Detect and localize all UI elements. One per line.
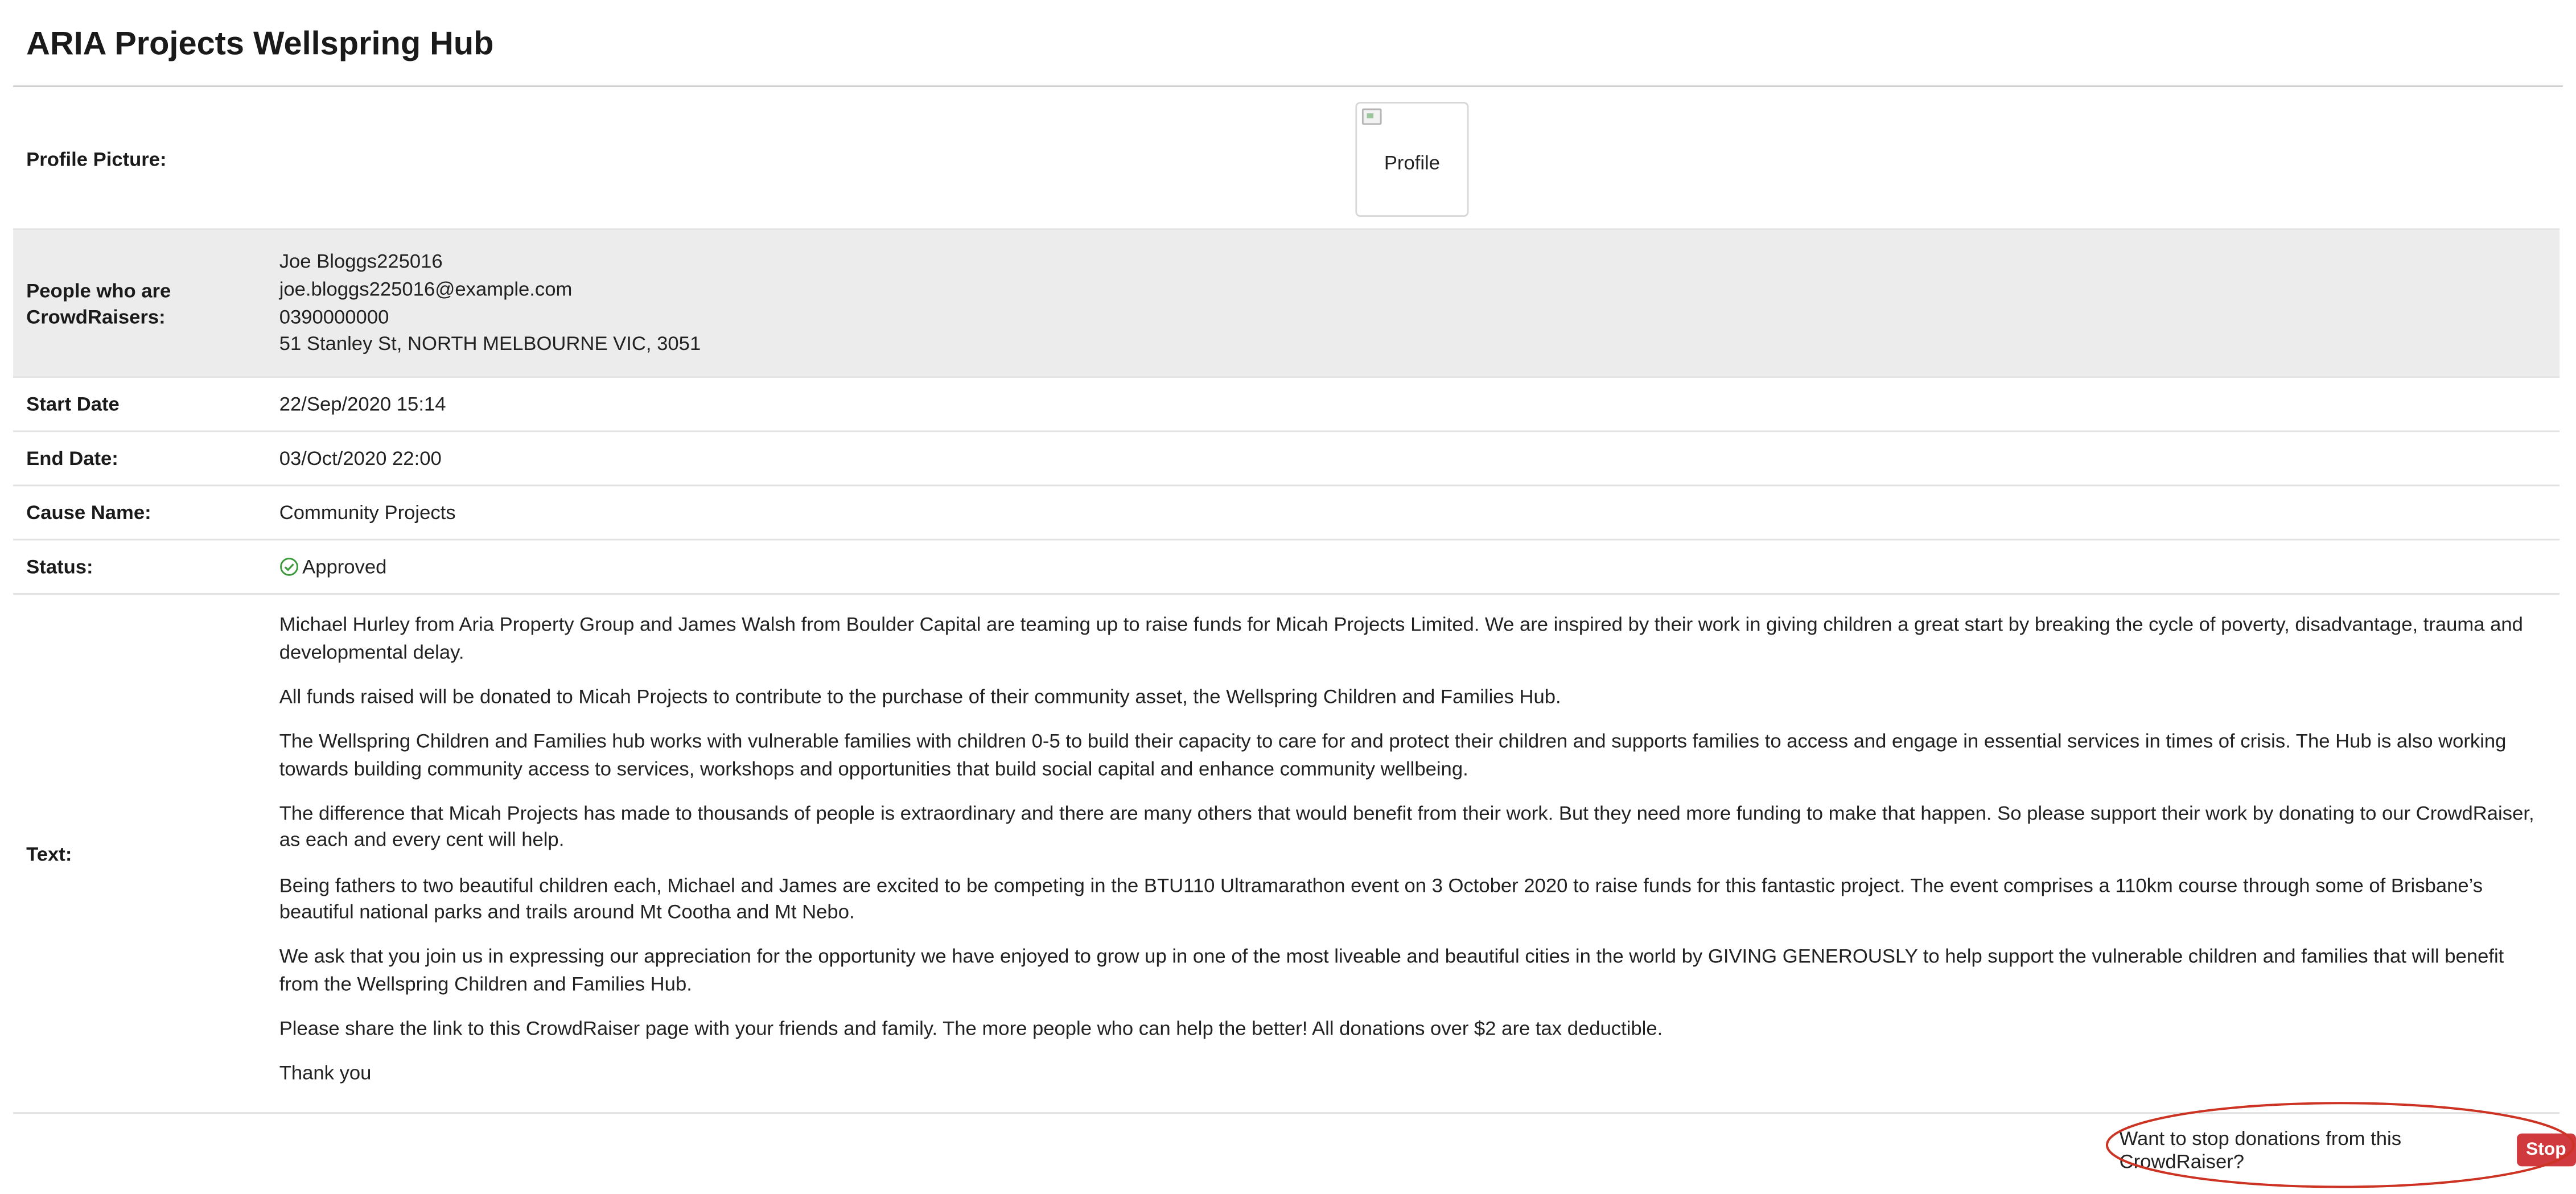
status-label: Status: (26, 555, 93, 579)
page: ARIA Projects Wellspring Hub Profile Pic… (0, 0, 2576, 1194)
details-table: Profile Picture: Profile People who are … (13, 89, 2560, 1114)
text-paragraph: The Wellspring Children and Families hub… (279, 729, 2507, 780)
stop-button[interactable]: Stop (2516, 1133, 2576, 1167)
broken-image-icon (1361, 108, 1382, 125)
text-paragraph: Thank you (279, 1061, 372, 1085)
row-cause-name: Cause Name: Community Projects (13, 486, 2560, 541)
status-text: Approved (302, 554, 387, 578)
text-paragraph: Michael Hurley from Aria Property Group … (279, 612, 2523, 663)
text-label: Text: (26, 842, 72, 866)
cause-name-value: Community Projects (279, 500, 456, 524)
text-paragraph: Being fathers to two beautiful children … (279, 873, 2483, 924)
text-paragraph: Please share the link to this CrowdRaise… (279, 1017, 1663, 1040)
stop-donations-area: Want to stop donations from this CrowdRa… (2120, 1127, 2576, 1173)
title-divider (13, 85, 2563, 87)
profile-image-alt: Profile (1384, 151, 1441, 174)
end-date-label: End Date: (26, 447, 118, 470)
profile-picture-label: Profile Picture: (26, 147, 167, 170)
text-paragraph: The difference that Micah Projects has m… (279, 801, 2534, 852)
text-paragraph: All funds raised will be donated to Mica… (279, 685, 1561, 708)
cause-name-label: Cause Name: (26, 501, 151, 524)
campaign-text: Michael Hurley from Aria Property Group … (279, 595, 2546, 1105)
crowdraiser-email: joe.bloggs225016@example.com (279, 277, 573, 300)
status-value: Approved (279, 553, 2546, 580)
start-date-label: Start Date (26, 392, 120, 416)
text-paragraph: We ask that you join us in expressing ou… (279, 945, 2504, 995)
row-start-date: Start Date 22/Sep/2020 15:14 (13, 378, 2560, 433)
crowdraiser-contact: Joe Bloggs225016 joe.bloggs225016@exampl… (279, 249, 2546, 358)
profile-image: Profile (1355, 101, 1469, 217)
start-date-value: 22/Sep/2020 15:14 (279, 392, 446, 415)
row-text: Text: Michael Hurley from Aria Property … (13, 595, 2560, 1114)
row-status: Status: Approved (13, 541, 2560, 595)
end-date-value: 03/Oct/2020 22:00 (279, 446, 442, 470)
crowdraiser-address: 51 Stanley St, NORTH MELBOURNE VIC, 3051 (279, 332, 701, 355)
check-circle-icon (280, 557, 298, 576)
row-end-date: End Date: 03/Oct/2020 22:00 (13, 432, 2560, 487)
page-title: ARIA Projects Wellspring Hub (26, 26, 494, 63)
crowdraiser-name: Joe Bloggs225016 (279, 250, 443, 274)
row-crowdraisers: People who are CrowdRaisers: Joe Bloggs2… (13, 230, 2560, 378)
stop-donations-prompt: Want to stop donations from this CrowdRa… (2119, 1127, 2402, 1173)
crowdraisers-label: People who are CrowdRaisers: (26, 278, 171, 328)
crowdraiser-phone: 0390000000 (279, 304, 389, 328)
row-profile-picture: Profile Picture: Profile (13, 89, 2560, 230)
